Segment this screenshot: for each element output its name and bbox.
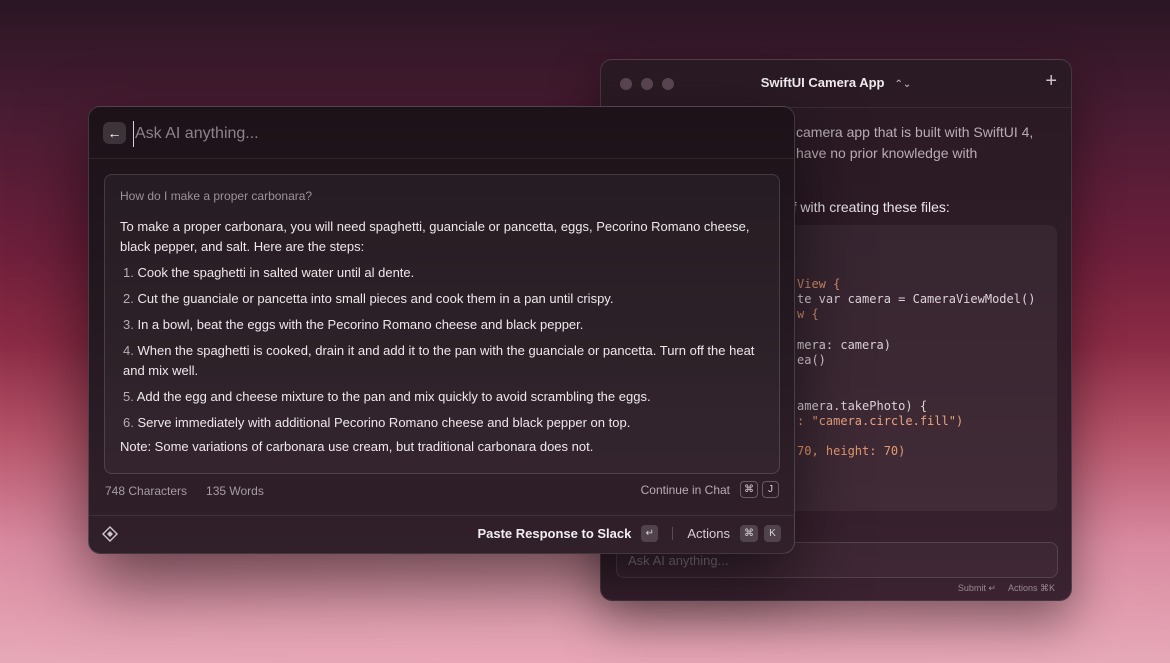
code-line: ea()	[797, 353, 826, 367]
character-count: 748 Characters	[105, 484, 188, 498]
ai-response-panel: How do I make a proper carbonara? To mak…	[104, 174, 780, 474]
user-question: How do I make a proper carbonara?	[120, 189, 313, 203]
action-bar: Paste Response to Slack ↵ Actions ⌘ K	[89, 515, 794, 553]
code-line: 70, height: 70)	[797, 444, 906, 458]
command-key-icon: ⌘	[740, 481, 758, 498]
code-line: w {	[797, 307, 819, 321]
response-note: Note: Some variations of carbonara use c…	[120, 439, 594, 454]
window-titlebar: SwiftUI Camera App ⌃⌄ +	[601, 60, 1071, 108]
list-item: 5. Add the egg and cheese mixture to the…	[123, 389, 651, 404]
divider	[672, 527, 674, 540]
return-key-icon: ↵	[641, 525, 659, 542]
k-key: K	[764, 525, 781, 542]
code-line: mera: camera)	[797, 338, 891, 352]
chat-message-text: camera app that is built with SwiftUI 4,…	[796, 124, 1034, 161]
list-item: 6. Serve immediately with additional Pec…	[123, 415, 631, 430]
actions-hint[interactable]: Actions ⌘K	[1008, 583, 1055, 594]
code-line: te var camera = CameraViewModel()	[797, 292, 1036, 306]
chat-title-text: SwiftUI Camera App	[760, 75, 885, 90]
list-item: 4. When the spaghetti is cooked, drain i…	[123, 343, 755, 378]
actions-button[interactable]: Actions	[687, 526, 730, 541]
continue-in-chat-label: Continue in Chat	[640, 482, 730, 497]
chat-message-files-text: ff with creating these files:	[789, 199, 950, 215]
command-key-icon: ⌘	[740, 525, 758, 542]
paste-to-slack-button[interactable]: Paste Response to Slack	[477, 526, 631, 541]
chat-footer: Submit ↵ Actions ⌘K	[958, 583, 1055, 594]
raycast-logo-icon	[102, 526, 118, 542]
response-steps: 1. Cook the spaghetti in salted water un…	[120, 263, 764, 433]
list-item: 3. In a bowl, beat the eggs with the Pec…	[123, 317, 584, 332]
response-intro: To make a proper carbonara, you will nee…	[120, 219, 750, 254]
new-chat-button[interactable]: +	[1045, 70, 1057, 93]
continue-in-chat-button[interactable]: Continue in Chat ⌘ J	[641, 481, 779, 498]
chevron-updown-icon: ⌃⌄	[894, 79, 912, 90]
code-line: View {	[797, 277, 841, 291]
response-stats: 748 Characters 135 Words	[105, 484, 264, 498]
list-item: 1. Cook the spaghetti in salted water un…	[123, 265, 415, 280]
search-header: ←	[89, 107, 794, 159]
footer-actions: Paste Response to Slack ↵ Actions ⌘ K	[477, 525, 781, 542]
code-line: : "camera.circle.fill")	[797, 414, 964, 428]
back-arrow-icon[interactable]: ←	[103, 122, 126, 144]
ask-ai-input[interactable]	[133, 121, 733, 147]
submit-hint[interactable]: Submit ↵	[958, 583, 996, 594]
chat-title[interactable]: SwiftUI Camera App ⌃⌄	[601, 75, 1071, 90]
j-key: J	[762, 481, 779, 498]
code-line: amera.takePhoto) {	[797, 399, 928, 413]
list-item: 2. Cut the guanciale or pancetta into sm…	[123, 291, 614, 306]
quick-ai-window: ← How do I make a proper carbonara? To m…	[88, 106, 795, 554]
word-count: 135 Words	[206, 484, 264, 498]
